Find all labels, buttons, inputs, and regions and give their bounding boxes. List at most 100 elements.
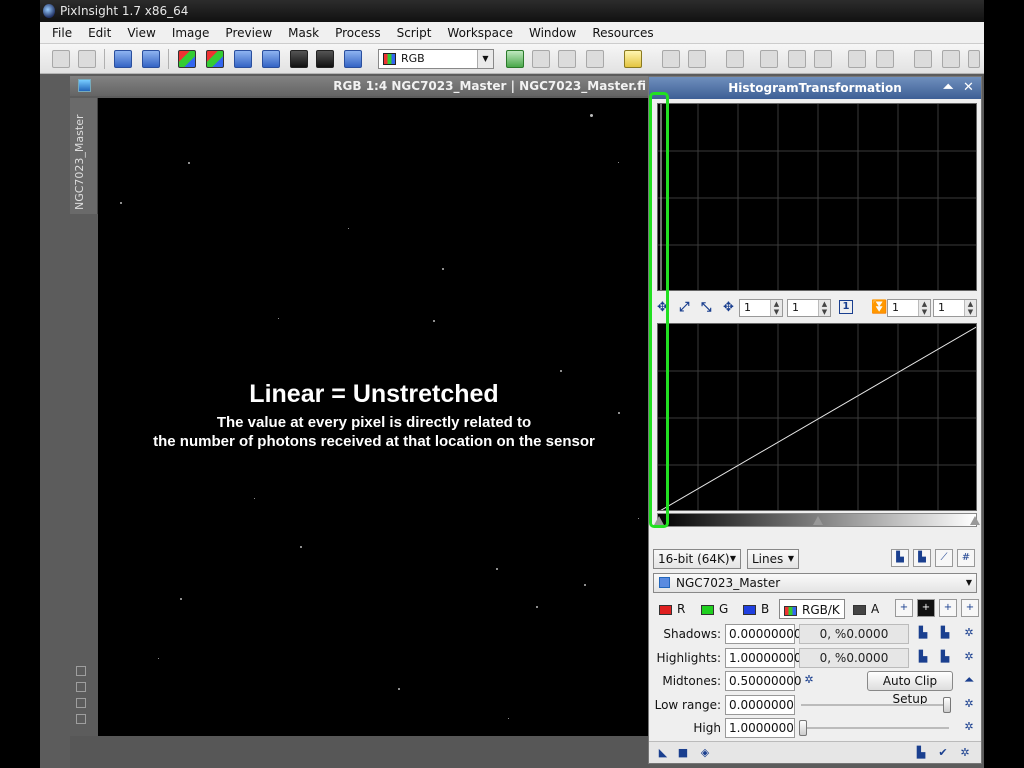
chevron-down-icon[interactable]: ⏬ (871, 300, 887, 315)
image-window-icon[interactable] (78, 79, 91, 92)
menu-view[interactable]: View (119, 26, 163, 40)
menu-preview[interactable]: Preview (217, 26, 280, 40)
side-tab[interactable]: NGC7023_Master (70, 98, 98, 214)
info-icon[interactable] (76, 714, 86, 724)
highlights-handle[interactable] (970, 516, 980, 525)
menu-resources[interactable]: Resources (584, 26, 661, 40)
shadows-input[interactable]: 0.00000000 (725, 624, 802, 644)
frame-1-button[interactable]: 1 (839, 300, 853, 314)
view-icon[interactable]: ■ (675, 745, 691, 761)
menu-file[interactable]: File (44, 26, 80, 40)
script-icon[interactable] (968, 50, 980, 68)
channel-select[interactable]: RGB ▼ (378, 49, 494, 69)
mask-icon[interactable] (290, 50, 308, 68)
zoom-x2-spinner[interactable]: 1 ▲ ▼ (887, 299, 931, 317)
view-select[interactable]: NGC7023_Master ▼ (653, 573, 977, 593)
reset-icon[interactable]: ✲ (961, 625, 977, 641)
menu-edit[interactable]: Edit (80, 26, 119, 40)
copy-icon[interactable] (586, 50, 604, 68)
reset-icon[interactable]: ✲ (801, 672, 817, 688)
spinner-arrows-icon[interactable]: ▲ ▼ (918, 300, 930, 316)
midtones-input[interactable]: 0.50000000 (725, 671, 802, 691)
zoom-1-1-icon[interactable] (114, 50, 132, 68)
arrow-up-icon[interactable]: ⏶ (961, 672, 977, 688)
low-range-input[interactable]: 0.0000000 (725, 695, 795, 715)
menu-image[interactable]: Image (164, 26, 218, 40)
channel-r[interactable]: R (659, 599, 685, 619)
stf-icon[interactable] (624, 50, 642, 68)
add-icon[interactable]: + (939, 599, 957, 617)
channel-g[interactable]: G (701, 599, 728, 619)
image-canvas[interactable]: Linear = Unstretched The value at every … (98, 98, 650, 736)
zoom-icon[interactable] (814, 50, 832, 68)
transfer-curve-view[interactable] (657, 323, 977, 511)
zoom-out-icon[interactable]: ⤡ (701, 300, 711, 315)
graph-icon[interactable]: ▙ (937, 649, 953, 665)
curve-icon[interactable]: ⟋ (935, 549, 953, 567)
resize-icon[interactable] (76, 666, 86, 676)
graph-icon[interactable]: ▙ (915, 649, 931, 665)
fit-view-icon[interactable] (142, 50, 160, 68)
add-icon[interactable]: + (961, 599, 979, 617)
move-icon[interactable]: ✥ (723, 300, 734, 315)
graph-icon[interactable]: ▙ (937, 625, 953, 641)
new-instance-icon[interactable]: ◣ (655, 745, 671, 761)
graph-style-select[interactable]: Lines ▼ (747, 549, 799, 569)
graph-icon[interactable]: ▙ (891, 549, 909, 567)
crop-icon[interactable] (788, 50, 806, 68)
bit-depth-select[interactable]: 16-bit (64K) ▼ (653, 549, 741, 569)
graph-icon[interactable]: ▙ (915, 625, 931, 641)
reset-icon[interactable]: ✲ (961, 649, 977, 665)
menu-workspace[interactable]: Workspace (439, 26, 521, 40)
high-range-slider[interactable] (801, 727, 949, 729)
spinner-arrows-icon[interactable]: ▲ ▼ (964, 300, 976, 316)
low-range-knob[interactable] (943, 697, 951, 713)
image-window-titlebar[interactable]: RGB 1:4 NGC7023_Master | NGC7023_Master.… (70, 76, 650, 96)
select-icon[interactable] (760, 50, 778, 68)
real-time-preview-icon[interactable]: ◈ (697, 745, 713, 761)
gradient-slider[interactable] (654, 513, 980, 527)
channel-split-icon[interactable] (206, 50, 224, 68)
hand-icon[interactable] (726, 50, 744, 68)
spinner-arrows-icon[interactable]: ▲ ▼ (770, 300, 782, 316)
auto-clip-setup-button[interactable]: Auto Clip Setup (867, 671, 953, 706)
layout-icon[interactable] (848, 50, 866, 68)
channel-rgb-icon[interactable] (178, 50, 196, 68)
zoom-in-icon[interactable]: ⤢ (679, 300, 689, 315)
add-icon[interactable]: + (895, 599, 913, 617)
display-function-icon[interactable] (344, 50, 362, 68)
readout-icon[interactable] (262, 50, 280, 68)
apply-icon[interactable]: ✔ (935, 745, 951, 761)
shrink-icon[interactable] (76, 682, 86, 692)
menu-window[interactable]: Window (521, 26, 584, 40)
document-icon[interactable]: ▙ (913, 745, 929, 761)
close-icon[interactable]: ✕ (963, 77, 974, 99)
grid-icon[interactable]: # (957, 549, 975, 567)
zoom-x-spinner[interactable]: 1 ▲ ▼ (739, 299, 783, 317)
shade-icon[interactable]: ⏶ (943, 77, 953, 99)
new-preview-icon[interactable] (234, 50, 252, 68)
histogram-view[interactable] (657, 103, 977, 291)
panel-titlebar[interactable]: HistogramTransformation ⏶ ✕ (649, 77, 981, 99)
menu-script[interactable]: Script (389, 26, 440, 40)
reset-icon[interactable]: ✲ (961, 719, 977, 735)
menu-mask[interactable]: Mask (280, 26, 327, 40)
duplicate-icon[interactable] (558, 50, 576, 68)
tool-icon[interactable] (688, 50, 706, 68)
process-icon[interactable] (532, 50, 550, 68)
tool-icon[interactable] (662, 50, 680, 68)
channel-b[interactable]: B (743, 599, 769, 619)
undo-icon[interactable] (52, 50, 70, 68)
screen-transfer-icon[interactable] (316, 50, 334, 68)
highlights-input[interactable]: 1.00000000 (725, 648, 802, 668)
high-range-knob[interactable] (799, 720, 807, 736)
zoom-y2-spinner[interactable]: 1 ▲ ▼ (933, 299, 977, 317)
reset-icon[interactable]: ✲ (961, 696, 977, 712)
layout-icon[interactable] (876, 50, 894, 68)
iconify-icon[interactable] (76, 698, 86, 708)
low-range-slider[interactable] (801, 704, 949, 706)
script-icon[interactable] (914, 50, 932, 68)
midtones-handle[interactable] (813, 516, 823, 525)
reset-icon[interactable]: ✲ (957, 745, 973, 761)
graph-icon[interactable]: ▙ (913, 549, 931, 567)
